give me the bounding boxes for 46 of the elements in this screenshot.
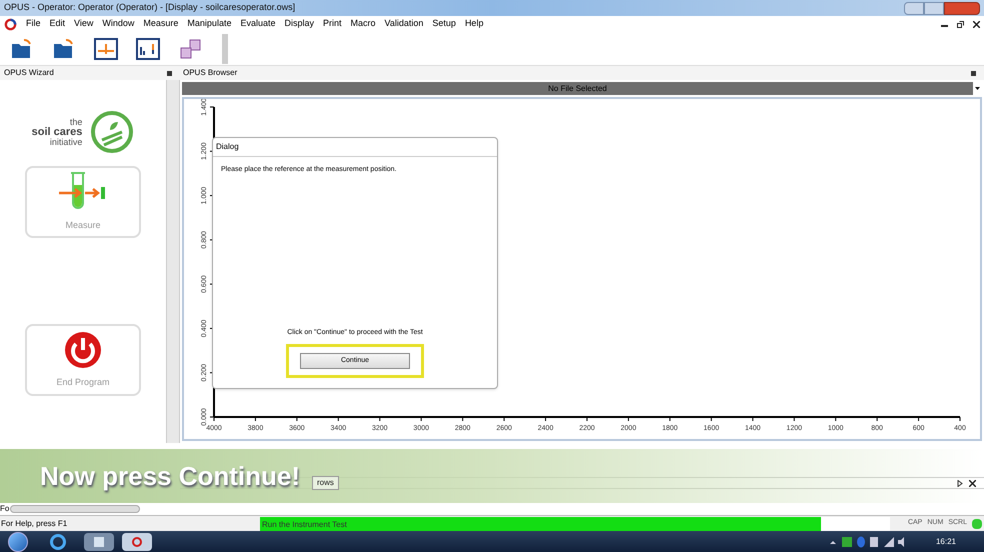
scroll-label: Fo	[0, 503, 10, 515]
spectrum-window-icon[interactable]	[94, 38, 118, 60]
file-bar-label: No File Selected	[547, 82, 608, 94]
spectrum-window-icon[interactable]	[136, 38, 160, 60]
logo-text: soil cares	[32, 127, 82, 137]
start-orb-icon[interactable]	[8, 532, 28, 552]
progress-label: Run the Instrument Test	[262, 518, 347, 530]
toolbar-grip[interactable]	[222, 34, 228, 64]
logo-text: initiative	[50, 137, 82, 147]
app-logo-icon	[4, 18, 17, 30]
menu-item[interactable]: Validation	[384, 17, 424, 31]
next-icon[interactable]	[957, 480, 963, 486]
power-icon	[63, 330, 103, 370]
menu-item[interactable]: Evaluate	[240, 17, 276, 31]
menu-item[interactable]: Help	[464, 17, 484, 31]
menu-item[interactable]: View	[74, 17, 94, 31]
logo-text: the	[70, 117, 82, 127]
menu-item[interactable]: Macro	[350, 17, 376, 31]
close-button[interactable]	[944, 2, 980, 14]
menu-item[interactable]: Print	[323, 17, 342, 31]
restore-icon[interactable]	[957, 20, 964, 28]
menu-item[interactable]: Manipulate	[187, 17, 232, 31]
caret-icon[interactable]	[973, 82, 982, 95]
clock: 16:21	[936, 536, 956, 548]
menu-item[interactable]: Edit	[50, 17, 66, 31]
pin-icon[interactable]	[971, 70, 976, 76]
dialog-title: Dialog	[213, 138, 497, 157]
window-title: OPUS - Operator: Operator (Operator) - [Display - soilcaresoperator.ows]	[4, 1, 296, 14]
horizontal-scrollbar[interactable]	[10, 505, 140, 513]
pin-icon[interactable]	[167, 70, 172, 76]
close-icon[interactable]	[969, 480, 976, 486]
menu-item[interactable]: Window	[102, 17, 134, 31]
panel-title: OPUS Browser	[183, 67, 238, 79]
opus-taskbar-icon[interactable]	[122, 532, 152, 550]
leaf-globe-icon	[90, 110, 134, 154]
caption-text: Now press Continue!	[40, 460, 300, 492]
panel-title: OPUS Wizard	[4, 67, 55, 79]
close-icon[interactable]	[973, 20, 980, 28]
menu-item[interactable]: Measure	[143, 17, 178, 31]
menu-item[interactable]: Setup	[432, 17, 456, 31]
document-tab[interactable]: rows	[312, 476, 339, 490]
menu-item[interactable]: Display	[284, 17, 314, 31]
folder-icon[interactable]	[84, 532, 114, 550]
status-text: For Help, press F1	[0, 518, 68, 530]
status-led-icon	[972, 518, 982, 528]
menu-item[interactable]: File	[26, 17, 41, 31]
